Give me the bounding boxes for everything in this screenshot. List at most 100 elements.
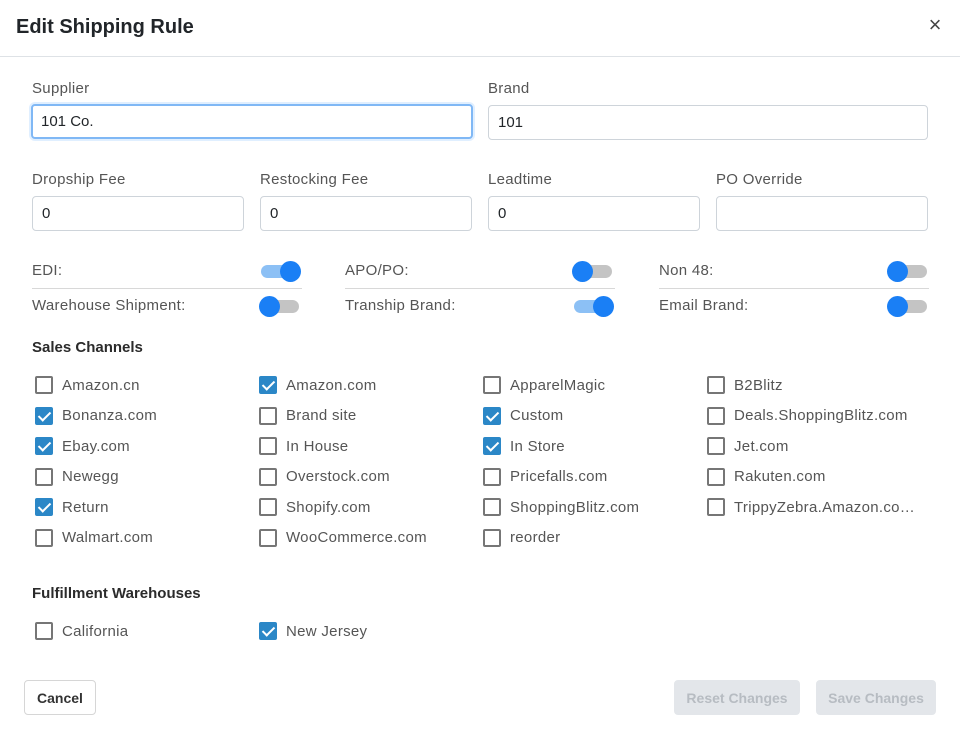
apo-po-toggle[interactable] xyxy=(572,260,614,282)
checkbox-box[interactable] xyxy=(483,406,501,425)
reset-changes-button[interactable]: Reset Changes xyxy=(674,680,800,715)
checkbox-box[interactable] xyxy=(35,406,53,425)
toggle-label-non-48: Non 48: xyxy=(659,262,714,279)
restocking-fee-input[interactable] xyxy=(260,196,472,231)
checkbox-california[interactable]: California xyxy=(35,620,128,642)
po-override-label: PO Override xyxy=(716,171,803,188)
checkbox-box[interactable] xyxy=(707,498,725,516)
checkbox-label: Amazon.cn xyxy=(62,376,140,394)
checkbox-ebay-com[interactable]: Ebay.com xyxy=(35,435,130,457)
checkbox-apparelmagic[interactable]: ApparelMagic xyxy=(483,374,605,396)
checkbox-reorder[interactable]: reorder xyxy=(483,527,560,549)
supplier-input[interactable] xyxy=(31,104,473,139)
checkbox-amazon-com[interactable]: Amazon.com xyxy=(259,374,377,396)
checkbox-overstock-com[interactable]: Overstock.com xyxy=(259,466,390,488)
checkbox-box[interactable] xyxy=(483,467,501,486)
checkbox-woocommerce-com[interactable]: WooCommerce.com xyxy=(259,527,427,549)
checkbox-box[interactable] xyxy=(483,528,501,547)
leadtime-label: Leadtime xyxy=(488,171,553,188)
toggle-label-edi: EDI: xyxy=(32,262,63,279)
supplier-label: Supplier xyxy=(32,80,90,97)
checkbox-label: Brand site xyxy=(286,407,357,424)
po-override-input[interactable] xyxy=(716,196,928,231)
checkbox-box[interactable] xyxy=(35,498,53,516)
checkbox-box[interactable] xyxy=(707,467,725,486)
checkbox-new-jersey[interactable]: New Jersey xyxy=(259,620,367,642)
checkbox-box[interactable] xyxy=(259,467,277,486)
checkbox-label: Newegg xyxy=(62,468,119,485)
checkbox-box[interactable] xyxy=(483,498,501,516)
checkbox-box[interactable] xyxy=(35,622,53,640)
checkbox-box[interactable] xyxy=(259,406,277,425)
checkbox-brand-site[interactable]: Brand site xyxy=(259,405,357,427)
save-changes-button[interactable]: Save Changes xyxy=(816,680,936,715)
checkbox-pricefalls-com[interactable]: Pricefalls.com xyxy=(483,466,608,488)
email-brand-toggle[interactable] xyxy=(887,295,929,317)
checkbox-label: In Store xyxy=(510,437,565,455)
checkbox-box[interactable] xyxy=(259,528,277,547)
checkbox-label: ShoppingBlitz.com xyxy=(510,498,640,516)
checkbox-deals-shoppingblitz-com[interactable]: Deals.ShoppingBlitz.com xyxy=(707,405,908,427)
checkbox-box[interactable] xyxy=(35,376,53,394)
checkbox-box[interactable] xyxy=(707,437,725,455)
checkbox-label: Pricefalls.com xyxy=(510,468,608,485)
checkbox-jet-com[interactable]: Jet.com xyxy=(707,435,789,457)
toggle-label-warehouse-shipment: Warehouse Shipment: xyxy=(32,297,186,314)
checkbox-box[interactable] xyxy=(259,376,277,394)
checkbox-trippyzebra-amazon-co[interactable]: TrippyZebra.Amazon.co… xyxy=(707,496,915,518)
non-48-toggle[interactable] xyxy=(887,260,929,282)
brand-label: Brand xyxy=(488,80,530,97)
checkbox-rakuten-com[interactable]: Rakuten.com xyxy=(707,466,826,488)
leadtime-input[interactable] xyxy=(488,196,700,231)
tranship-brand-toggle[interactable] xyxy=(572,295,614,317)
checkbox-shopify-com[interactable]: Shopify.com xyxy=(259,496,371,518)
checkbox-return[interactable]: Return xyxy=(35,496,109,518)
checkbox-newegg[interactable]: Newegg xyxy=(35,466,119,488)
checkbox-label: Rakuten.com xyxy=(734,468,826,485)
checkbox-shoppingblitz-com[interactable]: ShoppingBlitz.com xyxy=(483,496,639,518)
close-icon[interactable]: × xyxy=(924,14,946,36)
checkbox-label: TrippyZebra.Amazon.co… xyxy=(734,498,916,516)
checkbox-label: ApparelMagic xyxy=(510,376,606,394)
checkbox-box[interactable] xyxy=(707,376,725,394)
checkbox-box[interactable] xyxy=(259,622,277,640)
checkbox-label: reorder xyxy=(510,529,561,546)
checkbox-amazon-cn[interactable]: Amazon.cn xyxy=(35,374,140,396)
checkbox-bonanza-com[interactable]: Bonanza.com xyxy=(35,405,157,427)
checkbox-walmart-com[interactable]: Walmart.com xyxy=(35,527,153,549)
checkbox-in-store[interactable]: In Store xyxy=(483,435,565,457)
checkbox-label: Amazon.com xyxy=(286,376,377,394)
brand-input[interactable] xyxy=(488,105,928,140)
toggle-label-apo-po: APO/PO: xyxy=(345,262,409,279)
checkbox-label: Bonanza.com xyxy=(62,407,158,424)
checkbox-box[interactable] xyxy=(35,467,53,486)
checkbox-box[interactable] xyxy=(483,437,501,455)
dropship-fee-input[interactable] xyxy=(32,196,244,231)
checkbox-box[interactable] xyxy=(35,437,53,455)
edi-toggle[interactable] xyxy=(259,260,301,282)
toggle-label-tranship-brand: Tranship Brand: xyxy=(345,297,456,314)
checkbox-box[interactable] xyxy=(259,437,277,455)
checkbox-label: Deals.ShoppingBlitz.com xyxy=(734,407,908,424)
toggle-divider xyxy=(32,288,302,289)
restocking-fee-label: Restocking Fee xyxy=(260,171,369,188)
checkbox-box[interactable] xyxy=(35,528,53,547)
checkbox-custom[interactable]: Custom xyxy=(483,405,563,427)
checkbox-label: B2Blitz xyxy=(734,376,783,394)
checkbox-box[interactable] xyxy=(707,406,725,425)
email-brand-toggle-knob xyxy=(887,296,908,317)
checkbox-box[interactable] xyxy=(259,498,277,516)
checkbox-in-house[interactable]: In House xyxy=(259,435,348,457)
fulfillment-warehouses-title: Fulfillment Warehouses xyxy=(32,585,201,602)
checkbox-b2blitz[interactable]: B2Blitz xyxy=(707,374,783,396)
dialog-title: Edit Shipping Rule xyxy=(16,16,194,38)
apo-po-toggle-knob xyxy=(572,261,593,282)
toggle-divider xyxy=(345,288,615,289)
checkbox-label: Return xyxy=(62,498,109,516)
warehouse-shipment-toggle[interactable] xyxy=(259,295,301,317)
checkbox-label: In House xyxy=(286,437,349,455)
cancel-button[interactable]: Cancel xyxy=(24,680,96,715)
checkbox-label: California xyxy=(62,622,129,640)
checkbox-box[interactable] xyxy=(483,376,501,394)
checkbox-label: Shopify.com xyxy=(286,498,371,516)
